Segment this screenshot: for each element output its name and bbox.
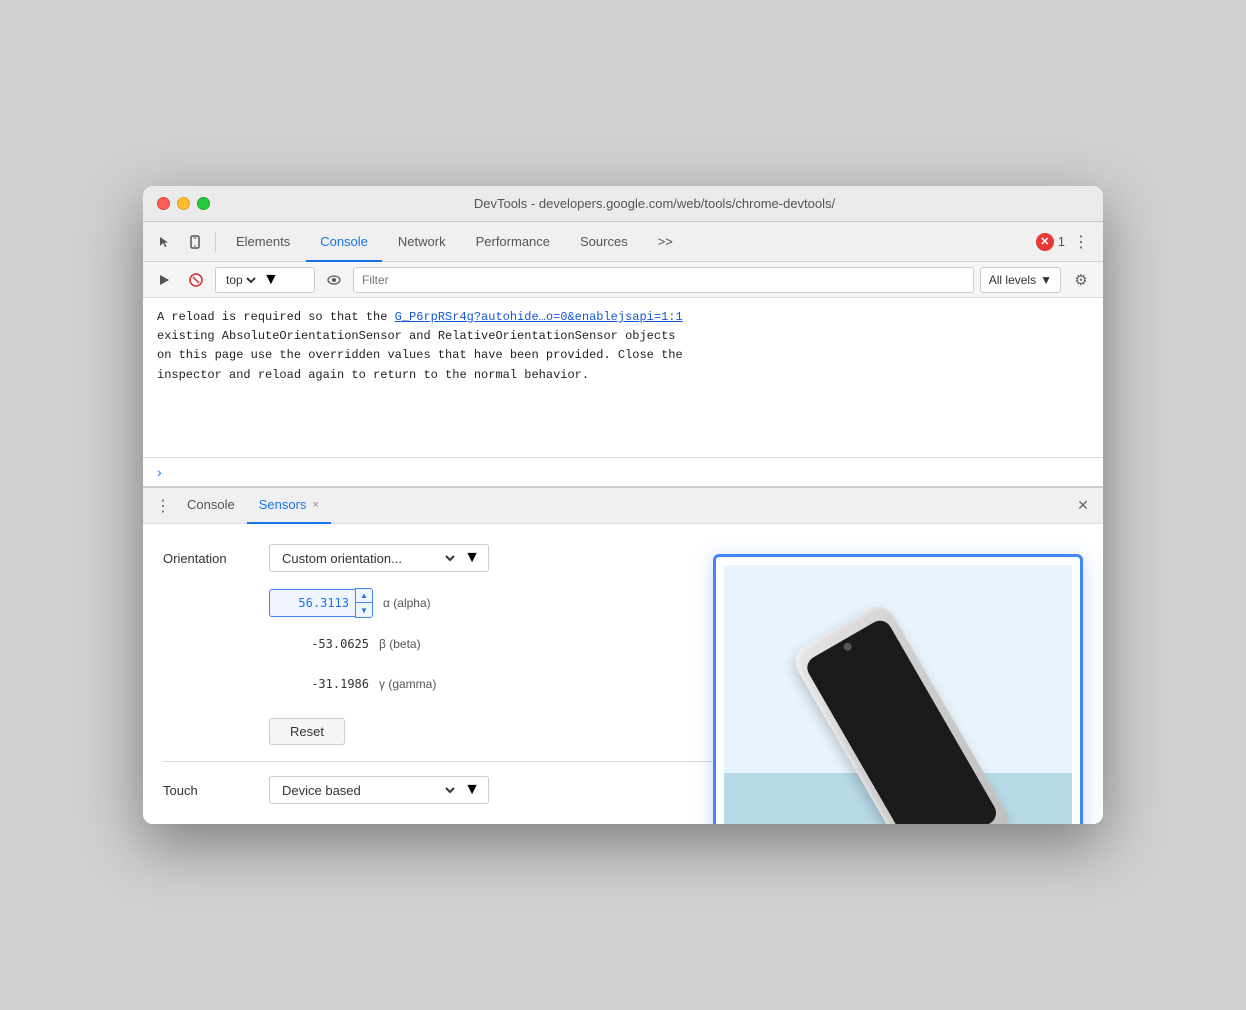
close-panel-button[interactable]: ✕ bbox=[1071, 494, 1095, 518]
alpha-input[interactable] bbox=[269, 589, 355, 617]
touch-select[interactable]: Device based bbox=[278, 782, 458, 799]
orientation-visualizer bbox=[713, 554, 1083, 824]
devtools-window: DevTools - developers.google.com/web/too… bbox=[143, 186, 1103, 824]
filter-input[interactable] bbox=[353, 267, 974, 293]
alpha-stepper[interactable]: ▲ ▼ bbox=[355, 588, 373, 618]
cursor-icon[interactable] bbox=[151, 228, 179, 256]
touch-dropdown-wrapper[interactable]: Device based ▼ bbox=[269, 776, 489, 804]
orientation-dropdown-wrapper[interactable]: Custom orientation... ▼ bbox=[269, 544, 489, 572]
alpha-decrement[interactable]: ▼ bbox=[356, 603, 372, 617]
console-toolbar: top ▼ All levels ▼ ⚙ bbox=[143, 262, 1103, 298]
error-badge: ✕ 1 bbox=[1036, 233, 1065, 251]
context-select[interactable]: top bbox=[222, 272, 259, 288]
console-link[interactable]: G_P6rpRSr4g?autohide…o=0&enablejsapi=1:1 bbox=[395, 310, 683, 324]
bottom-tabs-bar: ⋮ Console Sensors × ✕ bbox=[143, 488, 1103, 524]
bottom-panel-menu-icon[interactable]: ⋮ bbox=[151, 494, 175, 518]
alpha-label: α (alpha) bbox=[383, 596, 431, 610]
console-output: A reload is required so that the G_P6rpR… bbox=[143, 298, 1103, 458]
reset-button[interactable]: Reset bbox=[269, 718, 345, 745]
context-selector[interactable]: top ▼ bbox=[215, 267, 315, 293]
orientation-select[interactable]: Custom orientation... bbox=[278, 550, 458, 567]
bottom-tab-console[interactable]: Console bbox=[175, 488, 247, 524]
sensors-tab-close[interactable]: × bbox=[312, 499, 318, 511]
devtools-menu-icon[interactable]: ⋮ bbox=[1067, 228, 1095, 256]
settings-icon[interactable]: ⚙ bbox=[1067, 266, 1095, 294]
touch-label: Touch bbox=[163, 783, 253, 798]
phone-viz-background bbox=[724, 565, 1072, 824]
console-message-line4: inspector and reload again to return to … bbox=[157, 368, 589, 382]
close-button[interactable] bbox=[157, 197, 170, 210]
tab-sources[interactable]: Sources bbox=[566, 222, 642, 262]
titlebar: DevTools - developers.google.com/web/too… bbox=[143, 186, 1103, 222]
traffic-lights bbox=[157, 197, 210, 210]
tab-elements[interactable]: Elements bbox=[222, 222, 304, 262]
mobile-icon[interactable] bbox=[181, 228, 209, 256]
alpha-input-group[interactable]: ▲ ▼ bbox=[269, 588, 373, 618]
console-message-line1: A reload is required so that the bbox=[157, 310, 395, 324]
toolbar-divider-1 bbox=[215, 232, 216, 252]
beta-value: -53.0625 bbox=[269, 630, 369, 658]
gamma-value: -31.1986 bbox=[269, 670, 369, 698]
clear-button[interactable] bbox=[183, 267, 209, 293]
error-count: 1 bbox=[1058, 234, 1065, 249]
eye-button[interactable] bbox=[321, 267, 347, 293]
beta-label: β (beta) bbox=[379, 637, 421, 651]
tab-console[interactable]: Console bbox=[306, 222, 382, 262]
tab-performance[interactable]: Performance bbox=[462, 222, 564, 262]
levels-dropdown[interactable]: All levels ▼ bbox=[980, 267, 1061, 293]
console-prompt[interactable]: › bbox=[143, 458, 1103, 486]
orientation-label: Orientation bbox=[163, 551, 253, 566]
tab-network[interactable]: Network bbox=[384, 222, 460, 262]
window-title: DevTools - developers.google.com/web/too… bbox=[220, 196, 1089, 211]
bottom-panel: ⋮ Console Sensors × ✕ Orientation Custom… bbox=[143, 486, 1103, 824]
sensors-content: Orientation Custom orientation... ▼ ▲ ▼ bbox=[143, 524, 1103, 824]
maximize-button[interactable] bbox=[197, 197, 210, 210]
gamma-label: γ (gamma) bbox=[379, 677, 436, 691]
error-icon: ✕ bbox=[1036, 233, 1054, 251]
alpha-increment[interactable]: ▲ bbox=[356, 589, 372, 603]
run-button[interactable] bbox=[151, 267, 177, 293]
tab-more[interactable]: >> bbox=[644, 222, 687, 262]
bottom-tab-sensors[interactable]: Sensors × bbox=[247, 488, 331, 524]
minimize-button[interactable] bbox=[177, 197, 190, 210]
console-message-line3: on this page use the overridden values t… bbox=[157, 348, 683, 362]
main-toolbar: Elements Console Network Performance Sou… bbox=[143, 222, 1103, 262]
console-message-line2: existing AbsoluteOrientationSensor and R… bbox=[157, 329, 675, 343]
